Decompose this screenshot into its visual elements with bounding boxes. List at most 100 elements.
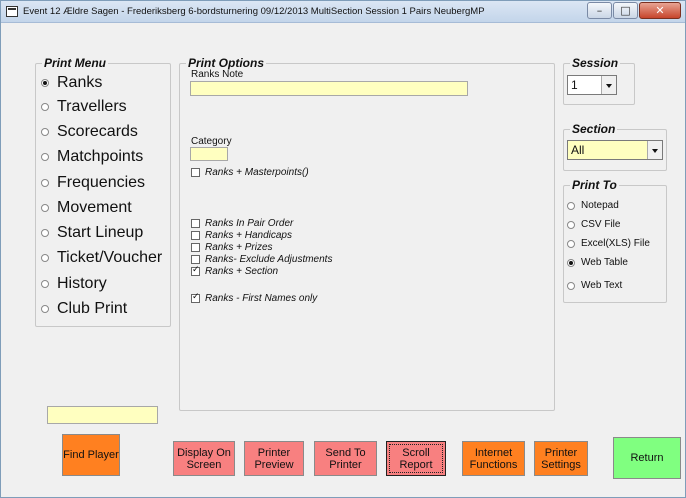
radio-icon[interactable] — [41, 179, 49, 187]
minimize-icon: – — [596, 4, 603, 17]
button-label-line: Printer — [329, 458, 362, 471]
menu-label: Club Print — [57, 300, 128, 317]
check-label: Ranks + Masterpoints() — [205, 167, 309, 178]
menu-label: Ranks — [57, 74, 103, 91]
radio-icon[interactable] — [41, 204, 49, 212]
print-to-csv[interactable]: CSV File — [567, 219, 620, 230]
menu-radio-scorecards[interactable]: Scorecards — [41, 123, 138, 141]
menu-radio-club-print[interactable]: Club Print — [41, 300, 127, 318]
ranks-note-input[interactable] — [190, 81, 468, 96]
radio-icon[interactable] — [41, 128, 49, 136]
checkbox[interactable] — [191, 219, 200, 228]
menu-label: History — [57, 275, 107, 292]
session-select[interactable]: 1 — [567, 75, 617, 95]
menu-radio-matchpoints[interactable]: Matchpoints — [41, 148, 143, 166]
session-value: 1 — [571, 78, 578, 92]
checkbox[interactable] — [191, 265, 200, 276]
menu-radio-frequencies[interactable]: Frequencies — [41, 174, 145, 192]
return-label: Return — [630, 452, 664, 464]
section-value: All — [571, 143, 585, 157]
button-label-line: Preview — [254, 458, 294, 471]
close-button[interactable]: ✕ — [639, 2, 681, 19]
print-to-excel[interactable]: Excel(XLS) File — [567, 238, 650, 249]
menu-label: Movement — [57, 199, 132, 216]
radio-icon[interactable] — [41, 254, 49, 262]
title-bar[interactable]: Event 12 Ældre Sagen - Frederiksberg 6-b… — [1, 1, 685, 23]
menu-radio-start-lineup[interactable]: Start Lineup — [41, 224, 143, 242]
chevron-down-icon[interactable] — [647, 141, 662, 159]
maximize-button[interactable]: □ — [613, 2, 638, 19]
check-label: Ranks- Exclude Adjustments — [205, 254, 333, 265]
button-label-line: Display On — [177, 446, 231, 459]
session-title: Session — [570, 56, 621, 70]
print-options-title: Print Options — [186, 56, 266, 70]
menu-radio-ticket-voucher[interactable]: Ticket/Voucher — [41, 249, 162, 267]
send-to-printer-button[interactable]: Send To Printer — [314, 441, 377, 476]
ranks-note-label: Ranks Note — [191, 69, 244, 80]
radio-label: Notepad — [581, 200, 619, 211]
radio-icon[interactable] — [567, 201, 575, 210]
maximize-icon: □ — [620, 4, 631, 17]
chevron-down-icon[interactable] — [601, 76, 616, 94]
check-label: Ranks - First Names only — [205, 293, 318, 304]
return-button[interactable]: Return — [613, 437, 681, 479]
category-label: Category — [191, 136, 232, 147]
radio-icon[interactable] — [41, 79, 49, 87]
check-ranks-first-names[interactable]: Ranks - First Names only — [191, 292, 318, 304]
button-label-line: Internet — [474, 446, 513, 459]
radio-icon[interactable] — [567, 220, 575, 229]
check-ranks-section[interactable]: Ranks + Section — [191, 265, 278, 277]
check-ranks-masterpoints[interactable]: Ranks + Masterpoints() — [191, 167, 309, 178]
menu-radio-history[interactable]: History — [41, 275, 107, 293]
print-to-title: Print To — [570, 178, 619, 192]
menu-label: Matchpoints — [57, 148, 144, 165]
menu-radio-ranks[interactable]: Ranks — [41, 74, 102, 92]
printer-settings-button[interactable]: Printer Settings — [534, 441, 588, 476]
radio-icon[interactable] — [41, 305, 49, 313]
check-label: Ranks + Prizes — [205, 242, 273, 253]
menu-label: Start Lineup — [57, 224, 144, 241]
display-on-screen-button[interactable]: Display On Screen — [173, 441, 235, 476]
menu-radio-movement[interactable]: Movement — [41, 199, 132, 217]
category-input[interactable] — [190, 147, 228, 161]
check-ranks-prizes[interactable]: Ranks + Prizes — [191, 242, 273, 253]
check-label: Ranks In Pair Order — [205, 218, 294, 229]
menu-label: Scorecards — [57, 123, 138, 140]
print-to-web-table[interactable]: Web Table — [567, 257, 628, 268]
menu-label: Travellers — [57, 98, 127, 115]
radio-icon[interactable] — [567, 281, 575, 290]
minimize-button[interactable]: – — [587, 2, 612, 19]
internet-functions-button[interactable]: Internet Functions — [462, 441, 525, 476]
checkbox[interactable] — [191, 255, 200, 264]
menu-label: Frequencies — [57, 174, 146, 191]
section-title: Section — [570, 122, 618, 136]
find-player-label: Find Player — [63, 449, 119, 461]
radio-label: Excel(XLS) File — [581, 238, 650, 249]
radio-icon[interactable] — [567, 258, 575, 267]
checkbox[interactable] — [191, 168, 200, 177]
radio-icon[interactable] — [567, 239, 575, 248]
check-ranks-handicaps[interactable]: Ranks + Handicaps — [191, 230, 292, 241]
check-ranks-exclude-adjustments[interactable]: Ranks- Exclude Adjustments — [191, 254, 332, 265]
scroll-report-button[interactable]: Scroll Report — [386, 441, 446, 476]
printer-preview-button[interactable]: Printer Preview — [244, 441, 304, 476]
menu-label: Ticket/Voucher — [57, 249, 163, 266]
radio-label: Web Text — [581, 280, 623, 291]
checkbox[interactable] — [191, 243, 200, 252]
check-ranks-pair-order[interactable]: Ranks In Pair Order — [191, 218, 293, 229]
button-label-line: Report — [399, 458, 433, 471]
radio-icon[interactable] — [41, 280, 49, 288]
print-to-web-text[interactable]: Web Text — [567, 280, 622, 291]
section-select[interactable]: All — [567, 140, 663, 160]
checkbox[interactable] — [191, 231, 200, 240]
checkbox[interactable] — [191, 292, 200, 303]
radio-icon[interactable] — [41, 229, 49, 237]
window-controls: – □ ✕ — [586, 2, 681, 19]
button-label-line: Settings — [541, 458, 581, 471]
find-player-button[interactable]: Find Player — [62, 434, 120, 476]
radio-icon[interactable] — [41, 103, 49, 111]
radio-icon[interactable] — [41, 153, 49, 161]
print-to-notepad[interactable]: Notepad — [567, 200, 619, 211]
find-player-input[interactable] — [47, 406, 158, 424]
menu-radio-travellers[interactable]: Travellers — [41, 98, 127, 116]
